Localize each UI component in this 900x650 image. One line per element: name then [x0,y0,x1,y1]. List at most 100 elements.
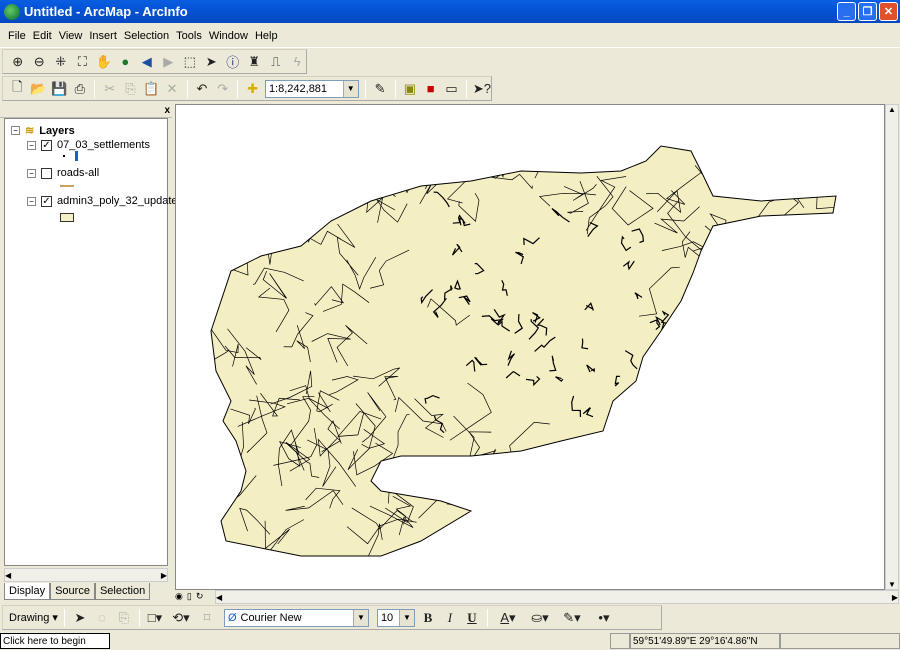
layer-visibility-checkbox[interactable] [41,167,52,179]
collapse-icon[interactable]: − [27,196,36,206]
admin-boundary [719,319,761,351]
layer-name: roads-all [57,167,100,179]
delete-icon[interactable]: ✕ [164,80,181,98]
admin-boundary [216,431,231,467]
menu-help[interactable]: Help [255,30,278,42]
zoom-to-selected-icon[interactable]: ⎘ [115,609,133,627]
rotate-icon[interactable]: ◌ [93,609,111,627]
menu-tools[interactable]: Tools [176,30,202,42]
menu-insert[interactable]: Insert [89,30,117,42]
forward-icon[interactable]: ▶ [160,53,178,71]
layout-view-icon[interactable]: ▯ [187,591,192,602]
find-icon[interactable]: ♜ [246,53,264,71]
identify-icon[interactable]: ⓘ [224,53,242,71]
underline-button[interactable]: U [463,609,481,627]
menu-file[interactable]: File [8,30,26,42]
map-scale-combo[interactable]: 1:8,242,881 ▼ [264,79,359,98]
zoom-in-icon[interactable]: ⊕ [9,53,27,71]
admin-boundary [818,239,836,273]
bold-button[interactable]: B [419,609,437,627]
toc-layer-settlements[interactable]: − ✓ 07_03_settlements [27,139,150,151]
menu-view[interactable]: View [59,30,83,42]
admin-boundary [750,322,797,354]
full-extent-icon[interactable]: ● [117,53,135,71]
toc-horizontal-scrollbar[interactable]: ◀ ▶ [4,568,168,582]
layer-visibility-checkbox[interactable]: ✓ [41,195,52,207]
copy-icon[interactable]: ⎘ [122,80,139,98]
admin-boundary [500,527,529,549]
arctoolbox-icon[interactable]: ■ [422,80,439,98]
minimize-button[interactable]: _ [837,2,856,21]
redo-icon[interactable]: ↷ [214,80,231,98]
command-line-icon[interactable]: ▭ [443,80,460,98]
menu-edit[interactable]: Edit [33,30,52,42]
fill-color-icon[interactable]: ⛀▾ [526,609,554,627]
map-horizontal-scrollbar[interactable]: ◀ ▶ [215,590,899,604]
add-data-icon[interactable]: ✚ [244,80,261,98]
drawing-menu[interactable]: Drawing ▾ [9,611,58,624]
close-toc-icon[interactable]: x [164,105,170,116]
menu-window[interactable]: Window [209,30,248,42]
admin-boundary [704,511,745,551]
admin-boundary [731,477,750,506]
cut-icon[interactable]: ✂ [101,80,118,98]
toc-layer-admin3[interactable]: − ✓ admin3_poly_32_update [27,195,178,207]
pan-icon[interactable]: ✋ [95,53,113,71]
hyperlink-icon[interactable]: ϟ [289,53,307,71]
chevron-down-icon[interactable]: ▼ [342,80,358,97]
font-size-combo[interactable]: 10 ▼ [376,608,415,627]
admin-boundary [409,153,450,182]
new-icon[interactable]: 🗋 [9,79,26,98]
fixed-zoom-out-icon[interactable]: ⛶ [74,53,92,71]
whats-this-icon[interactable]: ➤? [473,80,491,98]
select-elements-icon[interactable]: ➤ [203,53,221,71]
refresh-icon[interactable]: ↻ [196,591,204,602]
line-color-icon[interactable]: ✎▾ [558,609,586,627]
new-text-icon[interactable]: ⟲▾ [168,609,194,627]
measure-icon[interactable]: ⎍ [267,53,285,71]
undo-icon[interactable]: ↶ [194,80,211,98]
admin-boundary [545,501,593,523]
toc-data-frame[interactable]: − ≋ Layers [11,124,75,137]
tab-selection[interactable]: Selection [94,583,151,600]
admin-boundary [279,203,339,220]
italic-button[interactable]: I [441,609,459,627]
back-icon[interactable]: ◀ [138,53,156,71]
map-vertical-scrollbar[interactable]: ▲ ▼ [885,104,899,590]
menu-selection[interactable]: Selection [124,30,169,42]
toc-layer-roads[interactable]: − roads-all [27,167,99,179]
font-color-button[interactable]: A ▾ [494,609,522,627]
fixed-zoom-in-icon[interactable]: ⁜ [52,53,70,71]
tab-display[interactable]: Display [4,583,51,600]
font-combo[interactable]: Ø Courier New ▼ [223,608,369,627]
tab-source[interactable]: Source [50,583,95,600]
save-icon[interactable]: 💾 [51,80,68,98]
admin-boundary [577,447,612,483]
chevron-down-icon[interactable]: ▼ [352,609,368,626]
paste-icon[interactable]: 📋 [143,80,160,98]
collapse-icon[interactable]: − [11,126,20,135]
map-display[interactable] [175,104,885,590]
marker-color-icon[interactable]: •▾ [590,609,618,627]
rectangle-icon[interactable]: □▾ [146,609,164,627]
select-features-icon[interactable]: ⬚ [181,53,199,71]
admin-boundary [731,413,800,477]
admin-boundary [765,447,789,480]
admin-boundary [746,499,774,525]
open-icon[interactable]: 📂 [30,80,47,98]
chevron-down-icon[interactable]: ▼ [398,609,414,626]
maximize-button[interactable]: ❐ [858,2,877,21]
zoom-out-icon[interactable]: ⊖ [31,53,49,71]
select-elements-icon[interactable]: ➤ [71,609,89,627]
layer-visibility-checkbox[interactable]: ✓ [41,139,52,151]
collapse-icon[interactable]: − [27,140,36,150]
print-icon[interactable]: ⎙ [71,80,88,98]
arccatalog-icon[interactable]: ▣ [402,80,419,98]
edit-vertices-icon[interactable]: ⌑ [198,609,216,627]
polygon-symbol [60,213,74,222]
close-button[interactable]: ✕ [879,2,898,21]
editor-toolbar-icon[interactable]: ✎ [372,80,389,98]
data-view-icon[interactable]: ◉ [175,591,183,602]
arcmap-icon [4,3,20,20]
collapse-icon[interactable]: − [27,168,36,178]
